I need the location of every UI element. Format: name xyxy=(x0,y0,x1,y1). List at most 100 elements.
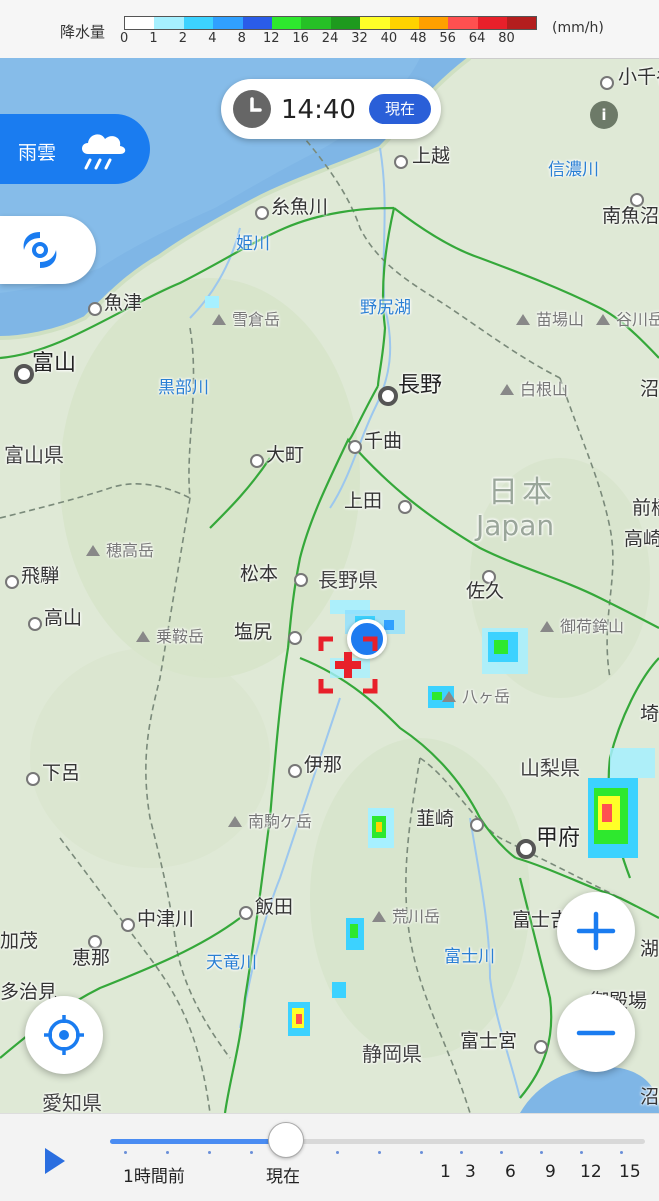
legend-swatch xyxy=(271,17,302,29)
timeline-label-12: 12 xyxy=(580,1162,602,1182)
city-label: 中津川 xyxy=(137,908,195,930)
prefecture-label: 富山県 xyxy=(4,443,64,467)
locate-me-button[interactable] xyxy=(25,996,103,1074)
timeline-tick xyxy=(166,1151,169,1154)
city-label: 下呂 xyxy=(42,762,81,784)
timeline-slider-thumb[interactable] xyxy=(268,1122,304,1158)
city-label: 上田 xyxy=(344,490,383,512)
mountain-label: 苗場山 xyxy=(536,310,585,329)
city-marker-icon xyxy=(239,906,253,920)
legend-tick-label: 40 xyxy=(380,31,398,46)
legend-tick-label: 64 xyxy=(468,31,486,46)
city-label: 韮崎 xyxy=(416,808,455,830)
legend-tick-label: 24 xyxy=(321,31,339,46)
city-marker-icon xyxy=(26,772,40,786)
legend-swatch xyxy=(477,17,508,29)
timeline-label-now: 現在 xyxy=(266,1167,300,1187)
time-display[interactable]: 14:40 現在 xyxy=(221,79,441,139)
rain-cloud-layer-button[interactable]: 雨雲 xyxy=(0,114,150,184)
mountain-label: 雪倉岳 xyxy=(232,310,281,329)
zoom-out-button[interactable] xyxy=(557,994,635,1072)
timeline-tick xyxy=(336,1151,339,1154)
timeline-tick xyxy=(500,1151,503,1154)
timeline-label-1: 1 xyxy=(440,1162,451,1182)
typhoon-layer-button[interactable] xyxy=(0,216,96,284)
timeline-tick xyxy=(540,1151,543,1154)
city-label: 甲府 xyxy=(536,826,581,851)
timeline-bar: 1時間前 現在 1 3 6 9 12 15 xyxy=(0,1113,659,1201)
weather-map[interactable]: 上越 糸魚川 魚津 富山 長野 千曲 大町 上田 松本 佐久 飛騨 高山 塩尻 伊那 下呂 韮崎 甲府 飯田 中津川… xyxy=(0,58,659,1113)
legend-swatch xyxy=(360,17,390,29)
play-icon[interactable] xyxy=(45,1148,65,1174)
timeline-tick xyxy=(580,1151,583,1154)
city-label: 富山 xyxy=(32,351,77,376)
water-label: 野尻湖 xyxy=(360,298,411,318)
city-label: 高山 xyxy=(44,607,83,629)
city-label: 糸魚川 xyxy=(271,196,329,218)
city-label: 魚津 xyxy=(104,292,143,314)
legend-swatch xyxy=(507,17,537,29)
city-marker-icon xyxy=(28,617,42,631)
city-label-partial: 前橋 xyxy=(632,497,659,519)
legend-swatch xyxy=(389,17,419,29)
legend-swatch xyxy=(213,17,243,29)
typhoon-icon xyxy=(18,228,62,276)
timeline-tick xyxy=(124,1151,127,1154)
timeline-progress xyxy=(110,1139,282,1144)
legend-tick-label: 48 xyxy=(410,31,427,46)
timeline-label-3: 3 xyxy=(465,1162,476,1182)
country-label: 日本 xyxy=(488,475,556,510)
legend-swatch xyxy=(330,17,361,29)
city-label: 飛騨 xyxy=(21,565,60,587)
city-label: 恵那 xyxy=(72,947,111,969)
zoom-in-button[interactable] xyxy=(557,892,635,970)
prefecture-label: 愛知県 xyxy=(42,1091,102,1113)
prefecture-label: 長野県 xyxy=(318,568,378,592)
timeline-track[interactable] xyxy=(110,1139,645,1144)
city-label: 小千谷 xyxy=(618,66,659,88)
city-label: 飯田 xyxy=(255,896,294,918)
info-icon[interactable]: i xyxy=(590,101,618,129)
city-marker-icon xyxy=(288,631,302,645)
rain-cloud-icon xyxy=(76,128,128,176)
mountain-icon xyxy=(442,691,456,702)
legend-tick-label: 8 xyxy=(237,31,246,46)
legend-swatch xyxy=(301,17,331,29)
city-marker-icon xyxy=(288,764,302,778)
legend-tick-label: 1 xyxy=(149,31,158,46)
legend-unit: (mm/h) xyxy=(552,20,604,36)
mountain-label: 谷川岳 xyxy=(616,310,659,329)
clock-icon xyxy=(233,90,271,128)
timeline-tick xyxy=(620,1151,623,1154)
legend-tick-label: 12 xyxy=(263,31,280,46)
city-marker-icon xyxy=(600,76,614,90)
city-marker-icon xyxy=(255,206,269,220)
target-crosshair-icon[interactable] xyxy=(318,636,378,694)
legend-tick-label: 0 xyxy=(120,31,129,46)
mountain-icon xyxy=(540,621,554,632)
timeline-label-15: 15 xyxy=(619,1162,641,1182)
city-marker-icon xyxy=(378,386,398,406)
timeline-tick xyxy=(250,1151,253,1154)
legend-color-scale xyxy=(124,16,538,30)
timeline-tick xyxy=(378,1151,381,1154)
plus-icon xyxy=(576,911,616,955)
water-label: 黒部川 xyxy=(158,378,209,398)
mountain-icon xyxy=(500,384,514,395)
now-button[interactable]: 現在 xyxy=(369,94,431,124)
city-marker-icon xyxy=(394,155,408,169)
city-marker-icon xyxy=(470,818,484,832)
city-marker-icon xyxy=(121,918,135,932)
legend-tick-label: 2 xyxy=(178,31,188,46)
city-label-partial: 沼 xyxy=(640,1086,659,1108)
city-marker-icon xyxy=(294,573,308,587)
legend-tick-label: 4 xyxy=(208,31,217,46)
city-marker-icon xyxy=(88,302,102,316)
current-time: 14:40 xyxy=(281,95,356,125)
water-label: 信濃川 xyxy=(548,160,599,180)
city-label: 南魚沼 xyxy=(602,205,659,227)
city-label-partial: 沼 xyxy=(640,378,659,400)
city-label: 大町 xyxy=(266,444,305,466)
city-marker-icon xyxy=(250,454,264,468)
timeline-tick xyxy=(208,1151,211,1154)
